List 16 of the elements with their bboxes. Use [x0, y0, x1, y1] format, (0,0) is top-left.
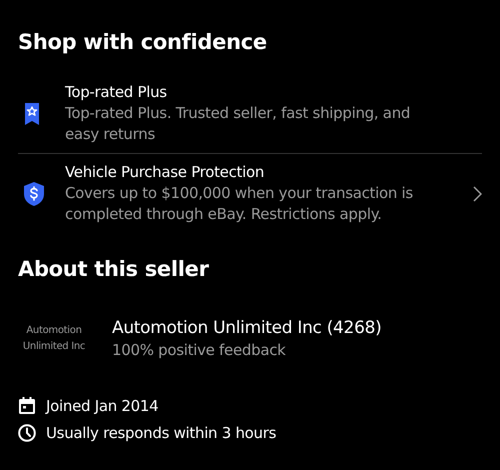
- section-title: About this seller: [18, 257, 210, 281]
- dollar-shield-icon: [24, 182, 44, 206]
- chevron-right-icon[interactable]: [473, 186, 482, 202]
- feature-description: Covers up to $100,000 when your transaction is completed through eBay. Restrictions apply.: [65, 183, 414, 225]
- seller-name[interactable]: Automotion Unlimited Inc (4268): [112, 317, 382, 339]
- section-title: Shop with confidence: [18, 30, 268, 54]
- calendar-icon: [18, 397, 36, 415]
- seller-fact: Joined Jan 2014: [46, 397, 158, 415]
- feature-title: Top-rated Plus: [65, 82, 168, 103]
- feedback-text: 100% positive feedback: [112, 340, 287, 361]
- seller-fact: Usually responds within 3 hours: [46, 424, 276, 442]
- clock-icon: [18, 424, 36, 442]
- star-badge-icon: [24, 102, 40, 124]
- feature-title: Vehicle Purchase Protection: [65, 162, 266, 183]
- seller-logo: Automotion Unlimited Inc: [22, 324, 86, 354]
- feature-description: Top-rated Plus. Trusted seller, fast shipping, and easy returns: [65, 103, 412, 145]
